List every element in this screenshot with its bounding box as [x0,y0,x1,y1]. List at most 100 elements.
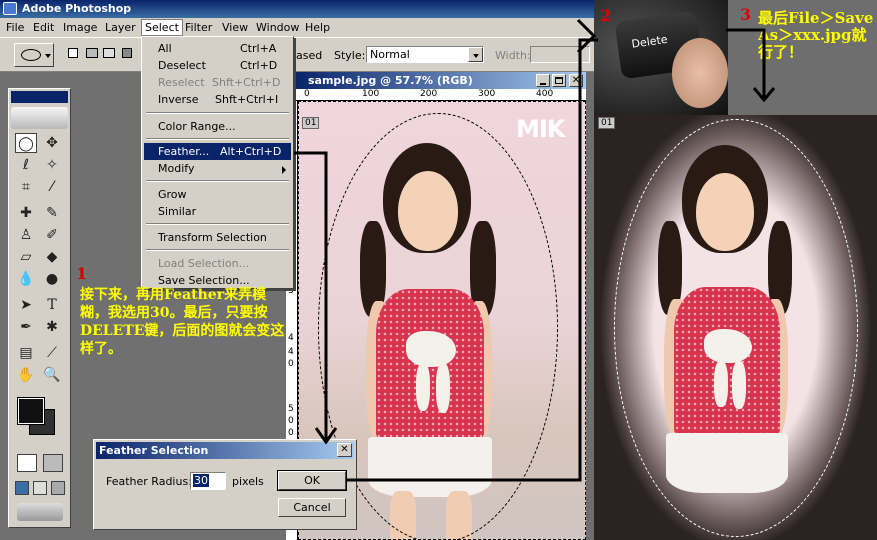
standard-mode-icon[interactable] [17,454,37,472]
menu-item-transform-selection[interactable]: Transform Selection [158,231,267,244]
menu-item-deselect[interactable]: Deselect [158,59,206,72]
menu-separator [146,180,289,182]
menu-select[interactable]: Select [141,19,183,36]
blur-tool-icon[interactable]: 💧 [15,269,37,289]
menu-separator [146,138,289,140]
app-title-bar: Adobe Photoshop [0,0,595,18]
custom-shape-tool-icon[interactable]: ✱ [41,317,63,337]
paint-bucket-tool-icon[interactable]: ◆ [41,247,63,267]
ruler-tick-label: 4 [288,347,294,357]
notes-tool-icon[interactable]: ▤ [15,343,37,363]
magic-wand-tool-icon[interactable]: ✧ [41,155,63,175]
menu-filter[interactable]: Filter [185,21,212,34]
menu-shortcut: Shft+Ctrl+D [212,76,281,89]
brush-tool-icon[interactable]: ✎ [41,203,63,223]
history-brush-tool-icon[interactable]: ✐ [41,225,63,245]
menu-item-modify[interactable]: Modify [158,162,194,175]
style-select[interactable]: Normal [366,46,484,63]
style-label: Style: [334,49,366,62]
jump-to-imageready-icon[interactable] [17,503,63,521]
eyedropper-tool-icon[interactable]: ⟋ [41,343,63,363]
dialog-close-button[interactable]: ✕ [337,443,352,457]
healing-brush-tool-icon[interactable]: ✚ [15,203,37,223]
menu-item-inverse[interactable]: Inverse [158,93,199,106]
elliptical-selection [614,119,858,537]
width-input[interactable] [530,46,590,63]
menu-item-reselect[interactable]: Reselect [158,76,205,89]
maximize-icon [555,77,563,84]
zoom-tool-icon[interactable]: 🔍 [41,365,63,385]
ruler-tick-label: 4 [288,333,294,343]
feather-radius-input[interactable]: 30 [190,472,226,490]
ruler-tick-label: 300 [478,89,496,99]
crop-tool-icon[interactable]: ⌗ [15,177,37,197]
style-dropdown-button[interactable] [468,47,483,62]
photoshop-app-icon [3,2,17,15]
menu-view[interactable]: View [222,21,248,34]
move-tool-icon[interactable]: ✥ [41,133,63,153]
menu-item-grow[interactable]: Grow [158,188,187,201]
type-tool-icon[interactable]: T [41,295,63,315]
ok-button[interactable]: OK [277,470,347,491]
menu-layer[interactable]: Layer [105,21,136,34]
menu-shortcut: Ctrl+A [240,42,277,55]
maximize-button[interactable] [552,74,566,87]
feather-radius-label: Feather Radius: [106,475,192,488]
quick-mask-mode-icon[interactable] [43,454,63,472]
foreground-color-swatch[interactable] [17,397,45,425]
hand-tool-icon[interactable]: ✋ [15,365,37,385]
document-title-bar: sample.jpg @ 57.7% (RGB) ✕ [296,72,586,89]
menu-item-load-selection[interactable]: Load Selection... [158,257,249,270]
menu-file[interactable]: File [6,21,24,34]
minimize-button[interactable] [536,74,550,87]
pen-tool-icon[interactable]: ✒ [15,317,37,337]
ruler-tick-label: 0 [288,416,294,426]
adobe-online-logo[interactable] [11,107,68,129]
path-selection-tool-icon[interactable]: ➤ [15,295,37,315]
menu-image[interactable]: Image [63,21,97,34]
menu-separator [146,249,289,251]
intersect-selection-icon[interactable] [122,48,132,58]
ruler-tick-label: 100 [362,89,380,99]
ruler-tick-label: 200 [420,89,438,99]
add-selection-icon[interactable] [86,48,98,58]
new-selection-icon[interactable] [68,48,78,58]
eraser-tool-icon[interactable]: ▱ [15,247,37,267]
menu-item-feather[interactable]: Feather... [158,145,209,158]
feather-radius-value: 30 [193,474,209,487]
menu-window[interactable]: Window [256,21,299,34]
marquee-preset-button[interactable] [14,43,54,67]
menu-edit[interactable]: Edit [33,21,54,34]
ruler-tick-label: 5 [288,404,294,414]
slice-tool-icon[interactable]: ⁄ [41,177,63,197]
antialiased-label: ased [296,49,323,62]
close-icon: ✕ [340,444,349,455]
menu-item-similar[interactable]: Similar [158,205,196,218]
clone-stamp-tool-icon[interactable]: ♙ [15,225,37,245]
options-bar: ased Style: Normal Width: [0,38,595,72]
close-button[interactable]: ✕ [569,74,583,87]
menu-separator [146,223,289,225]
slice-badge: 01 [598,117,616,129]
cancel-button[interactable]: Cancel [278,498,346,517]
step-3-number: 3 [740,5,752,24]
dialog-title-bar: Feather Selection ✕ [96,442,354,459]
delete-key-label: Delete [630,32,669,51]
full-screen-menu-mode-icon[interactable] [33,481,47,495]
ruler-tick-label: 0 [288,359,294,369]
lasso-tool-icon[interactable]: ℓ [15,155,37,175]
subtract-selection-icon[interactable] [103,48,115,58]
menu-item-all[interactable]: All [158,42,172,55]
full-screen-mode-icon[interactable] [51,481,65,495]
step-1-instruction: 接下来，再用Feather来弄模糊，我选用30。最后，只要按DELETE键，后面… [80,287,285,357]
step-3-instruction: 最后File＞Save As＞xxx.jpg就行了！ [758,9,874,61]
dodge-tool-icon[interactable]: ● [41,269,63,289]
finger [672,38,728,108]
minimize-icon [540,83,546,85]
feather-selection-dialog: Feather Selection ✕ Feather Radius: 30 p… [93,439,357,530]
menu-item-color-range[interactable]: Color Range... [158,120,236,133]
elliptical-marquee-tool-icon[interactable]: ◯ [15,133,37,153]
menu-help[interactable]: Help [305,21,330,34]
horizontal-ruler: 0 100 200 300 400 [296,89,586,101]
standard-screen-mode-icon[interactable] [15,481,29,495]
